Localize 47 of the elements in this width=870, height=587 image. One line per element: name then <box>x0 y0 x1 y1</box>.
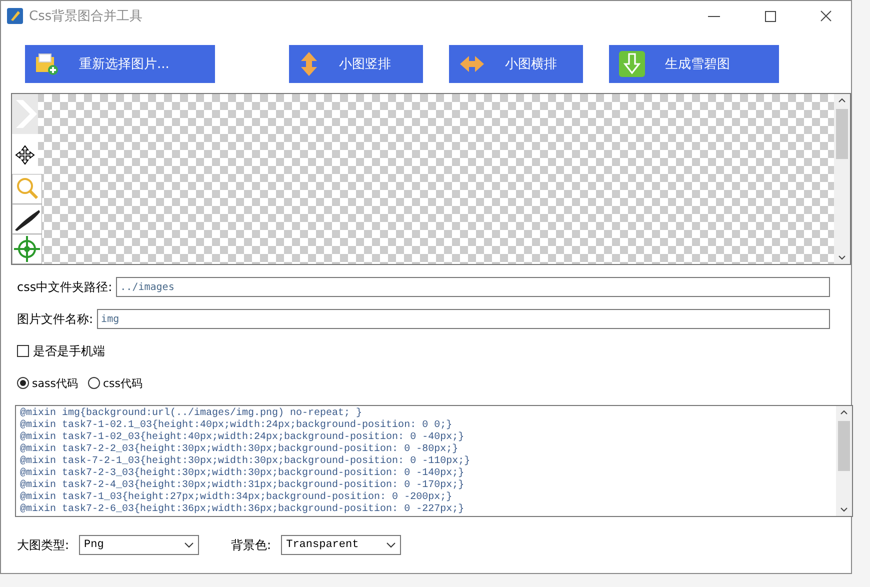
toolbar-button[interactable]: 小图竖排 <box>289 45 423 83</box>
close-icon <box>820 10 832 22</box>
knife-icon[interactable] <box>12 204 42 234</box>
scroll-up-icon[interactable] <box>838 98 846 103</box>
code-line: @mixin task7-2-3_03{height:30px;width:30px;background-position: 0 -140px;} <box>20 468 466 480</box>
radio-label: css代码 <box>102 376 142 390</box>
code-line: @mixin task-7-2-1_03{height:30px;width:30px;background-position: 0 -110px;} <box>20 456 472 468</box>
vertical-arrows-icon <box>299 51 319 77</box>
code-line: @mixin task7-2-6_03{height:36px;width:36px;background-position: 0 -227px;} <box>20 504 466 516</box>
code-line: @mixin img{background:url(../images/img.png) no-repeat; } <box>20 408 364 420</box>
scroll-down-icon[interactable] <box>840 507 848 512</box>
folder-plus-icon <box>35 52 59 76</box>
dropdown[interactable]: Png <box>79 535 200 555</box>
scroll-thumb[interactable] <box>838 421 850 471</box>
scrollbar[interactable] <box>834 94 850 264</box>
checkbox[interactable] <box>17 345 29 357</box>
code-line: @mixin task7-2-4_03{height:30px;width:31px;background-position: 0 -170px;} <box>20 480 466 492</box>
checkbox-label: 是否是手机端 <box>33 342 105 360</box>
toolbar-button[interactable]: 小图横排 <box>449 45 583 83</box>
radio-button[interactable] <box>88 377 100 389</box>
radio-button[interactable] <box>17 377 29 389</box>
app-icon <box>7 8 23 24</box>
window-title: Css背景图合并工具 <box>29 8 144 25</box>
maximize-icon <box>764 10 776 22</box>
chevron-down-icon <box>184 542 194 548</box>
code-line: @mixin task7-1-02_03{height:40px;width:24px;background-position: 0 -40px;} <box>20 432 466 444</box>
code-line: @mixin task7-2-2_03{height:30px;width:30px;background-position: 0 -80px;} <box>20 444 460 456</box>
move-icon[interactable] <box>12 134 38 174</box>
select-label: 背景色: <box>231 536 272 554</box>
scrollbar[interactable] <box>836 406 852 516</box>
select-label: 大图类型: <box>17 536 70 554</box>
toolbar-button[interactable]: 生成雪碧图 <box>609 45 779 83</box>
field-label: css中文件夹路径: <box>17 278 112 296</box>
toolbar-button[interactable]: 重新选择图片... <box>25 45 215 83</box>
dropdown[interactable]: Transparent <box>281 535 402 555</box>
code-line: @mixin task7-1-02.1_03{height:40px;width:24px;background-position: 0 0;} <box>20 420 454 432</box>
horizontal-arrows-icon <box>459 55 485 73</box>
input-field[interactable]: img <box>97 309 830 329</box>
field-label: 图片文件名称: <box>17 310 94 328</box>
scroll-down-icon[interactable] <box>838 255 846 260</box>
input-field[interactable]: ../images <box>116 277 830 297</box>
radio-label: sass代码 <box>32 376 78 390</box>
scroll-up-icon[interactable] <box>840 410 848 415</box>
scroll-thumb[interactable] <box>836 109 848 159</box>
chevron-down-icon <box>386 542 396 548</box>
crosshair-icon[interactable] <box>12 234 42 264</box>
code-line: @mixin task7-1_03{height:27px;width:34px;background-position: 0 -200px;} <box>20 492 454 504</box>
